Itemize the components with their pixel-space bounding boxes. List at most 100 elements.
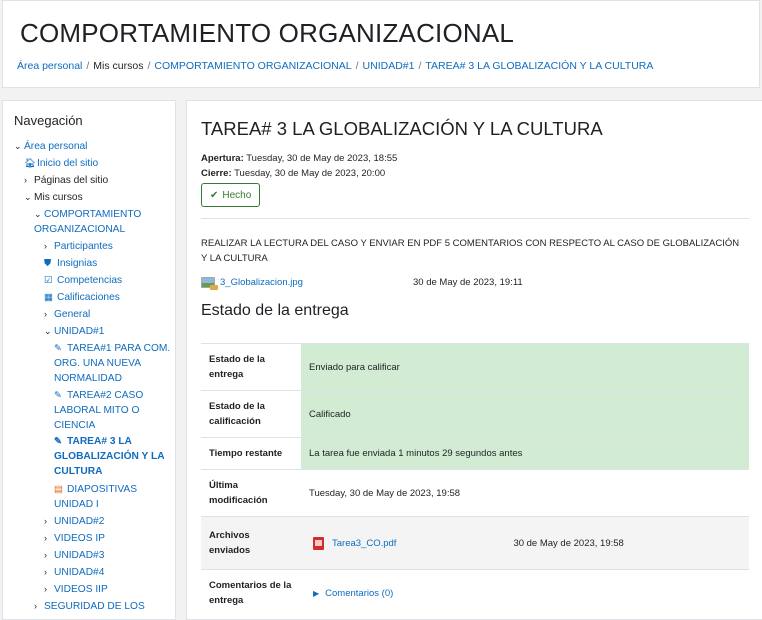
- breadcrumb-separator: /: [355, 60, 359, 72]
- nav-item-personal-area[interactable]: ⌄ Área personal: [14, 139, 87, 154]
- nav-item-label: ORG. UNA NUEVA: [54, 358, 141, 369]
- nav-item-unit2[interactable]: › UNIDAD#2: [44, 514, 104, 529]
- closing-date: Cierre: Tuesday, 30 de May de 2023, 20:0…: [201, 168, 385, 179]
- nav-item-unit3[interactable]: › UNIDAD#3: [44, 548, 104, 563]
- done-label: Hecho: [222, 189, 252, 201]
- nav-item-label: VIDEOS IP: [54, 533, 105, 544]
- chevron-right-icon: ›: [44, 309, 47, 319]
- row-label: Archivos enviados: [201, 516, 301, 570]
- nav-item-label: COMPORTAMIENTO: [44, 209, 142, 220]
- nav-item-task2[interactable]: ✎ TAREA#2 CASO LABORAL MITO O CIENCIA: [54, 388, 143, 433]
- nav-item-label: Calificaciones: [57, 292, 120, 303]
- row-label: Estado de la entrega: [201, 343, 301, 391]
- page-header: COMPORTAMIENTO ORGANIZACIONAL Área perso…: [2, 0, 760, 88]
- opening-label: Apertura:: [201, 153, 244, 164]
- table-row: Estado de la entrega Enviado para califi…: [201, 343, 749, 391]
- nav-item-videos-iip[interactable]: › VIDEOS IIP: [44, 582, 108, 597]
- nav-item-course[interactable]: ⌄ COMPORTAMIENTO ORGANIZACIONAL: [34, 207, 141, 237]
- breadcrumb-personal-area[interactable]: Área personal: [17, 60, 82, 72]
- nav-item-label: UNIDAD#3: [54, 550, 105, 561]
- breadcrumb-separator: /: [418, 60, 422, 72]
- pdf-file-icon: [313, 536, 324, 550]
- submitted-file-link[interactable]: Tarea3_CO.pdf: [332, 538, 396, 549]
- submission-status-table: Estado de la entrega Enviado para califi…: [201, 343, 749, 617]
- opening-date: Apertura: Tuesday, 30 de May de 2023, 18…: [201, 153, 397, 164]
- done-button[interactable]: ✔ Hecho: [201, 183, 261, 207]
- nav-item-label: TAREA#2 CASO: [67, 390, 144, 401]
- nav-item-label: UNIDAD#2: [54, 516, 105, 527]
- row-label: Comentarios de la entrega: [201, 569, 301, 617]
- row-value: Tarea3_CO.pdf 30 de May de 2023, 19:58: [301, 516, 749, 570]
- breadcrumb-unit[interactable]: UNIDAD#1: [363, 60, 415, 72]
- navigation-block: Navegación ⌄ Área personal 🏠︎Inicio del s…: [2, 100, 176, 620]
- nav-item-task3-active[interactable]: ✎ TAREA# 3 LA GLOBALIZACIÓN Y LA CULTURA: [54, 434, 165, 479]
- nav-item-label: NORMALIDAD: [54, 373, 122, 384]
- nav-item-label: LABORAL MITO O: [54, 405, 140, 416]
- checkbox-icon: ☑: [44, 275, 53, 286]
- assignment-icon: ✎: [54, 390, 62, 401]
- nav-item-label: UNIDAD#1: [54, 326, 105, 337]
- nav-item-label: Competencias: [57, 275, 123, 286]
- nav-item-label: CULTURA: [54, 466, 103, 477]
- nav-item-unit4[interactable]: › UNIDAD#4: [44, 565, 104, 580]
- breadcrumb-course[interactable]: COMPORTAMIENTO ORGANIZACIONAL: [154, 60, 351, 72]
- image-file-icon: [201, 277, 218, 290]
- nav-item-label: General: [54, 309, 91, 320]
- row-value: Tuesday, 30 de May de 2023, 19:58: [301, 469, 749, 517]
- shield-icon: ⛊: [44, 258, 52, 269]
- chevron-right-icon: ›: [44, 516, 47, 526]
- nav-item-label: UNIDAD I: [54, 499, 99, 510]
- nav-item-label: ORGANIZACIONAL: [34, 224, 126, 235]
- nav-item-site-pages[interactable]: › Páginas del sitio: [24, 173, 108, 188]
- breadcrumb-task[interactable]: TAREA# 3 LA GLOBALIZACIÓN Y LA CULTURA: [425, 60, 653, 72]
- nav-item-label: Mis cursos: [34, 192, 83, 203]
- nav-item-competencies[interactable]: ☑ Competencias: [44, 273, 122, 288]
- comments-toggle[interactable]: Comentarios (0): [325, 588, 393, 599]
- row-label: Última modificación: [201, 469, 301, 517]
- table-row: Última modificación Tuesday, 30 de May d…: [201, 469, 749, 517]
- nav-item-site-home[interactable]: 🏠︎Inicio del sitio: [24, 156, 98, 171]
- nav-item-label: CIENCIA: [54, 420, 96, 431]
- nav-item-grades[interactable]: ▦ Calificaciones: [44, 290, 120, 305]
- table-row: Archivos enviados Tarea3_CO.pdf 30 de May…: [201, 516, 749, 570]
- nav-item-task1[interactable]: ✎ TAREA#1 PARA COM. ORG. UNA NUEVA NORMALID…: [54, 341, 170, 386]
- opening-value: Tuesday, 30 de May de 2023, 18:55: [246, 153, 398, 164]
- closing-value: Tuesday, 30 de May de 2023, 20:00: [234, 168, 386, 179]
- row-value: Enviado para calificar: [301, 343, 749, 391]
- nav-item-slides[interactable]: ▤ DIAPOSITIVAS UNIDAD I: [54, 482, 137, 512]
- check-icon: ✔: [210, 189, 219, 201]
- nav-item-general[interactable]: › General: [44, 307, 90, 322]
- submitted-file-date: 30 de May de 2023, 19:58: [513, 537, 624, 549]
- nav-item-label: TAREA# 3 LA: [67, 436, 132, 447]
- chevron-right-icon: ›: [44, 241, 47, 251]
- nav-item-label: Participantes: [54, 241, 113, 252]
- main-content: TAREA# 3 LA GLOBALIZACIÓN Y LA CULTURA A…: [186, 100, 762, 620]
- nav-item-label: VIDEOS IIP: [54, 584, 108, 595]
- home-icon: 🏠︎: [24, 158, 37, 169]
- nav-item-label: TAREA#1 PARA COM.: [67, 343, 171, 354]
- page-title: COMPORTAMIENTO ORGANIZACIONAL: [20, 18, 515, 48]
- row-value: ▶ Comentarios (0): [301, 569, 749, 617]
- nav-item-participants[interactable]: › Participantes: [44, 239, 113, 254]
- nav-item-label: Páginas del sitio: [34, 175, 109, 186]
- chevron-down-icon: ⌄: [24, 192, 32, 202]
- presentation-file-icon: ▤: [54, 484, 63, 495]
- nav-item-label: GLOBALIZACIÓN Y LA: [54, 451, 165, 462]
- nav-item-unit1[interactable]: ⌄ UNIDAD#1: [44, 324, 104, 339]
- chevron-down-icon: ⌄: [34, 209, 42, 219]
- nav-item-my-courses[interactable]: ⌄ Mis cursos: [24, 190, 83, 205]
- table-icon: ▦: [44, 292, 53, 303]
- divider: [201, 218, 749, 219]
- chevron-down-icon: ⌄: [44, 326, 52, 336]
- chevron-right-icon: ›: [44, 550, 47, 560]
- row-label: Tiempo restante: [201, 437, 301, 470]
- attachment-link[interactable]: 3_Globalizacion.jpg: [220, 277, 303, 288]
- nav-item-badges[interactable]: ⛊ Insignias: [44, 256, 97, 271]
- task-description: REALIZAR LA LECTURA DEL CASO Y ENVIAR EN…: [201, 238, 740, 264]
- closing-label: Cierre:: [201, 168, 232, 179]
- breadcrumb-my-courses[interactable]: Mis cursos: [93, 60, 143, 72]
- nav-item-label: SEGURIDAD DE LOS: [44, 601, 145, 612]
- table-row: Comentarios de la entrega ▶ Comentarios (…: [201, 569, 749, 617]
- nav-item-videos-ip[interactable]: › VIDEOS IP: [44, 531, 105, 546]
- nav-item-label: UNIDAD#4: [54, 567, 105, 578]
